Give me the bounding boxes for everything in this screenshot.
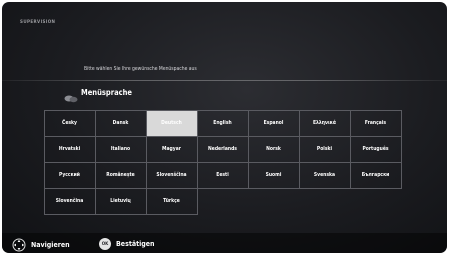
language-option[interactable]: Eesti [196,161,249,189]
dpad-icon [12,238,26,252]
language-option[interactable]: Espanol [247,109,300,137]
language-option[interactable]: Slovenščina [145,161,198,189]
footer-bar: Navigieren OK Bestätigen [2,233,447,253]
language-option[interactable]: Românește [94,161,147,189]
navigate-hint: Navigieren [12,238,70,252]
language-option[interactable]: Português [349,135,402,163]
language-option[interactable]: Ελληνικά [298,109,351,137]
language-option[interactable]: Dansk [94,109,147,137]
language-option[interactable]: Deutsch [145,109,198,137]
language-option[interactable]: Hrvatski [43,135,96,163]
language-option[interactable]: Slovenčina [43,187,96,215]
section-title: Menüsprache [81,87,133,97]
language-option[interactable]: Polski [298,135,351,163]
ok-button-icon: OK [99,238,111,250]
language-option[interactable]: Nederlands [196,135,249,163]
language-option[interactable]: English [196,109,249,137]
navigate-label: Navigieren [31,241,70,249]
divider [2,80,447,81]
language-option[interactable]: Svenska [298,161,351,189]
language-option[interactable]: Lietuvių [94,187,147,215]
speech-bubbles-icon [64,88,78,103]
language-option[interactable]: Magyar [145,135,198,163]
section-header: Menüsprache [64,86,133,103]
app-title: SUPERVISION [20,20,56,25]
instruction-text: Bitte wählen Sie Ihre gewünsche Menüspac… [84,66,197,72]
tv-screen: SUPERVISION Bitte wählen Sie Ihre gewüns… [2,2,447,253]
language-grid: Česky Dansk Deutsch English Espanol Ελληνικά F… [43,109,402,215]
language-option[interactable]: Русский [43,161,96,189]
language-option[interactable]: Česky [43,109,96,137]
confirm-hint: OK Bestätigen [99,238,155,250]
language-option[interactable]: Norsk [247,135,300,163]
language-option[interactable]: Suomi [247,161,300,189]
confirm-label: Bestätigen [116,240,155,248]
language-option[interactable]: Italiano [94,135,147,163]
language-option[interactable]: Български [349,161,402,189]
language-option[interactable]: Français [349,109,402,137]
language-option[interactable]: Türkçe [145,187,198,215]
